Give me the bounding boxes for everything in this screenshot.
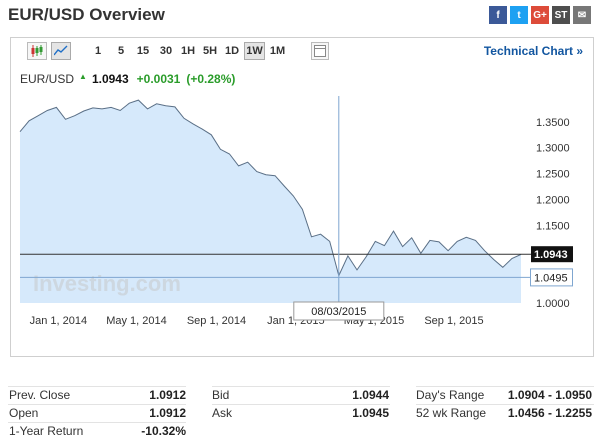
x-tick-label: May 1, 2014: [106, 315, 167, 327]
stat-label: Prev. Close: [9, 388, 71, 402]
stat-value: 1.0945: [352, 406, 389, 420]
y-tick-label: 1.2000: [536, 195, 570, 207]
stats-row: Open 1.0912 Ask 1.0945 52 wk Range 1.045…: [0, 405, 605, 421]
watermark-text: Investing.com: [33, 271, 181, 296]
x-tick-label: Sep 1, 2014: [187, 315, 246, 327]
current-value-label: 1.0943: [534, 249, 568, 261]
stat-label: 1-Year Return: [9, 424, 84, 438]
stat-label: Ask: [212, 406, 233, 420]
y-tick-label: 1.3500: [536, 117, 570, 129]
y-tick-label: 1.0000: [536, 298, 570, 310]
y-tick-label: 1.1500: [536, 220, 570, 232]
stat-label: Open: [9, 406, 39, 420]
page-title: EUR/USD Overview: [8, 5, 165, 24]
stumbleupon-icon[interactable]: ST: [552, 6, 570, 24]
stat-value: 1.0904 - 1.0950: [507, 388, 592, 402]
stat-value: -10.32%: [141, 424, 186, 438]
mail-icon[interactable]: ✉: [573, 6, 591, 24]
stat-label: 52 wk Range: [416, 406, 487, 420]
twitter-icon[interactable]: t: [510, 6, 528, 24]
social-share-bar: f t G+ ST ✉: [489, 6, 591, 24]
stat-value: 1.0912: [149, 388, 186, 402]
stat-value: 1.0456 - 1.2255: [507, 406, 592, 420]
price-chart[interactable]: Investing.com 1.3500 1.3000 1.2500 1.2000 1.1…: [11, 38, 593, 328]
stats-row: 1-Year Return -10.32%: [0, 423, 605, 439]
stat-label: Day's Range: [416, 388, 485, 402]
x-tick-label: Jan 1, 2014: [30, 315, 88, 327]
facebook-icon[interactable]: f: [489, 6, 507, 24]
stat-value: 1.0912: [149, 406, 186, 420]
y-tick-label: 1.3000: [536, 143, 570, 155]
crosshair-date-label: 08/03/2015: [311, 306, 366, 318]
y-tick-label: 1.2500: [536, 169, 570, 181]
stat-value: 1.0944: [352, 388, 389, 402]
stat-label: Bid: [212, 388, 230, 402]
stats-row: Prev. Close 1.0912 Bid 1.0944 Day's Rang…: [0, 387, 605, 403]
crosshair-value-label: 1.0495: [534, 272, 568, 284]
x-tick-label: Sep 1, 2015: [424, 315, 483, 327]
googleplus-icon[interactable]: G+: [531, 6, 549, 24]
chart-widget: 1 5 15 30 1H 5H 1D 1W 1M Technical Chart…: [10, 37, 594, 357]
